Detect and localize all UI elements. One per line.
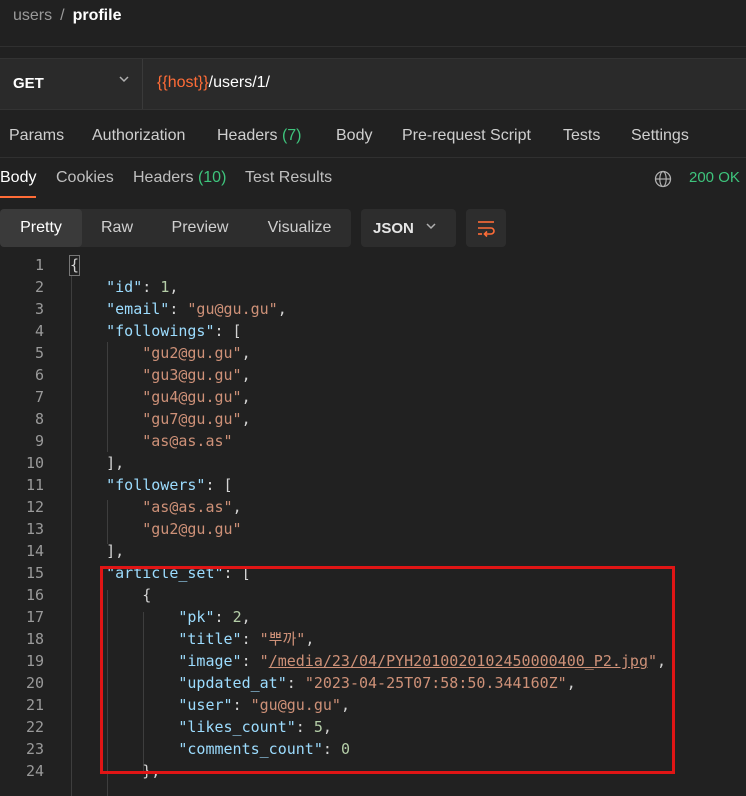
chevron-down-icon (425, 219, 437, 236)
url-host-variable: {{host}} (157, 74, 209, 91)
line-number: 13 (25, 520, 44, 538)
line-number: 23 (25, 740, 44, 758)
view-mode-toggle: Pretty Raw Preview Visualize (0, 209, 351, 247)
line-number: 12 (25, 498, 44, 516)
code-line: 10 ], (0, 452, 746, 474)
line-number: 15 (25, 564, 44, 582)
tab-response-headers[interactable]: Headers (10) (133, 169, 226, 187)
line-number: 2 (34, 278, 44, 296)
tab-headers[interactable]: Headers (7) (217, 127, 302, 145)
code-line: 13 "gu2@gu.gu" (0, 518, 746, 540)
breadcrumb-request-name[interactable]: profile (73, 7, 122, 24)
json-key: "id" (106, 278, 143, 296)
method-label: GET (13, 75, 44, 92)
tab-pre-request-script[interactable]: Pre-request Script (402, 127, 531, 145)
format-select[interactable]: JSON (361, 209, 456, 247)
divider (0, 157, 746, 158)
json-key: "email" (106, 300, 170, 318)
code-line: 6 "gu3@gu.gu", (0, 364, 746, 386)
code-line: 5 "gu2@gu.gu", (0, 342, 746, 364)
divider (0, 46, 746, 47)
chevron-down-icon (118, 72, 130, 89)
code-line: 3 "email": "gu@gu.gu", (0, 298, 746, 320)
tab-params[interactable]: Params (9, 127, 64, 145)
line-number: 16 (25, 586, 44, 604)
code-line: 1{ (0, 254, 746, 276)
line-number: 21 (25, 696, 44, 714)
tab-response-headers-label: Headers (133, 169, 194, 186)
code-line: 7 "gu4@gu.gu", (0, 386, 746, 408)
tab-test-results[interactable]: Test Results (245, 169, 332, 187)
line-number: 10 (25, 454, 44, 472)
line-number: 8 (34, 410, 44, 428)
view-pretty-button[interactable]: Pretty (0, 209, 82, 247)
line-number: 4 (34, 322, 44, 340)
json-value: "gu@gu.gu" (187, 300, 278, 318)
json-key: "followers" (106, 476, 206, 494)
response-headers-count-badge: (10) (197, 169, 227, 186)
breadcrumb: users / profile (13, 7, 121, 25)
line-number: 22 (25, 718, 44, 736)
json-value: "gu4@gu.gu" (142, 388, 242, 406)
line-number: 5 (34, 344, 44, 362)
tab-settings[interactable]: Settings (631, 127, 689, 145)
bracket-match-marker (69, 255, 80, 276)
line-number: 17 (25, 608, 44, 626)
line-number: 20 (25, 674, 44, 692)
code-line: 9 "as@as.as" (0, 430, 746, 452)
tab-response-body[interactable]: Body (0, 169, 36, 187)
code-line: 14 ], (0, 540, 746, 562)
json-value: "gu3@gu.gu" (142, 366, 242, 384)
line-number: 14 (25, 542, 44, 560)
tab-cookies[interactable]: Cookies (56, 169, 114, 187)
json-value: 1 (160, 278, 170, 296)
line-number: 19 (25, 652, 44, 670)
code-line: 12 "as@as.as", (0, 496, 746, 518)
json-value: "as@as.as" (142, 498, 233, 516)
method-select[interactable]: GET (0, 59, 143, 109)
line-number: 3 (34, 300, 44, 318)
request-url-bar: GET {{host}}/users/1/ (0, 58, 746, 110)
tab-tests[interactable]: Tests (563, 127, 600, 145)
line-number: 9 (34, 432, 44, 450)
wrap-lines-button[interactable] (466, 209, 506, 247)
globe-icon[interactable] (654, 170, 672, 188)
code-line: 8 "gu7@gu.gu", (0, 408, 746, 430)
line-number: 18 (25, 630, 44, 648)
line-number: 1 (34, 256, 44, 274)
code-line: 2 "id": 1, (0, 276, 746, 298)
format-label: JSON (373, 220, 414, 237)
line-number: 7 (34, 388, 44, 406)
json-key: "followings" (106, 322, 215, 340)
active-tab-indicator (0, 196, 36, 198)
tab-body[interactable]: Body (336, 127, 372, 145)
url-path: /users/1/ (208, 74, 270, 91)
breadcrumb-collection[interactable]: users (13, 7, 52, 24)
view-raw-button[interactable]: Raw (82, 209, 152, 247)
line-number: 24 (25, 762, 44, 780)
json-value: "gu7@gu.gu" (142, 410, 242, 428)
headers-count-badge: (7) (281, 127, 302, 144)
tab-headers-label: Headers (217, 127, 278, 144)
breadcrumb-separator: / (60, 7, 65, 24)
line-number: 11 (25, 476, 44, 494)
url-input[interactable]: {{host}}/users/1/ (157, 74, 270, 92)
json-value: "as@as.as" (142, 432, 233, 450)
json-value: "gu2@gu.gu" (142, 344, 242, 362)
line-number: 6 (34, 366, 44, 384)
request-tabs: Params Authorization Headers (7) Body Pr… (0, 127, 746, 157)
response-tabs: Body Cookies Headers (10) Test Results (0, 169, 746, 199)
code-line: 4 "followings": [ (0, 320, 746, 342)
annotation-highlight-box (100, 566, 675, 774)
code-line: 11 "followers": [ (0, 474, 746, 496)
tab-authorization[interactable]: Authorization (92, 127, 185, 145)
status-badge[interactable]: 200 OK (689, 169, 740, 186)
json-value: "gu2@gu.gu" (142, 520, 242, 538)
view-visualize-button[interactable]: Visualize (248, 209, 351, 247)
view-preview-button[interactable]: Preview (152, 209, 248, 247)
